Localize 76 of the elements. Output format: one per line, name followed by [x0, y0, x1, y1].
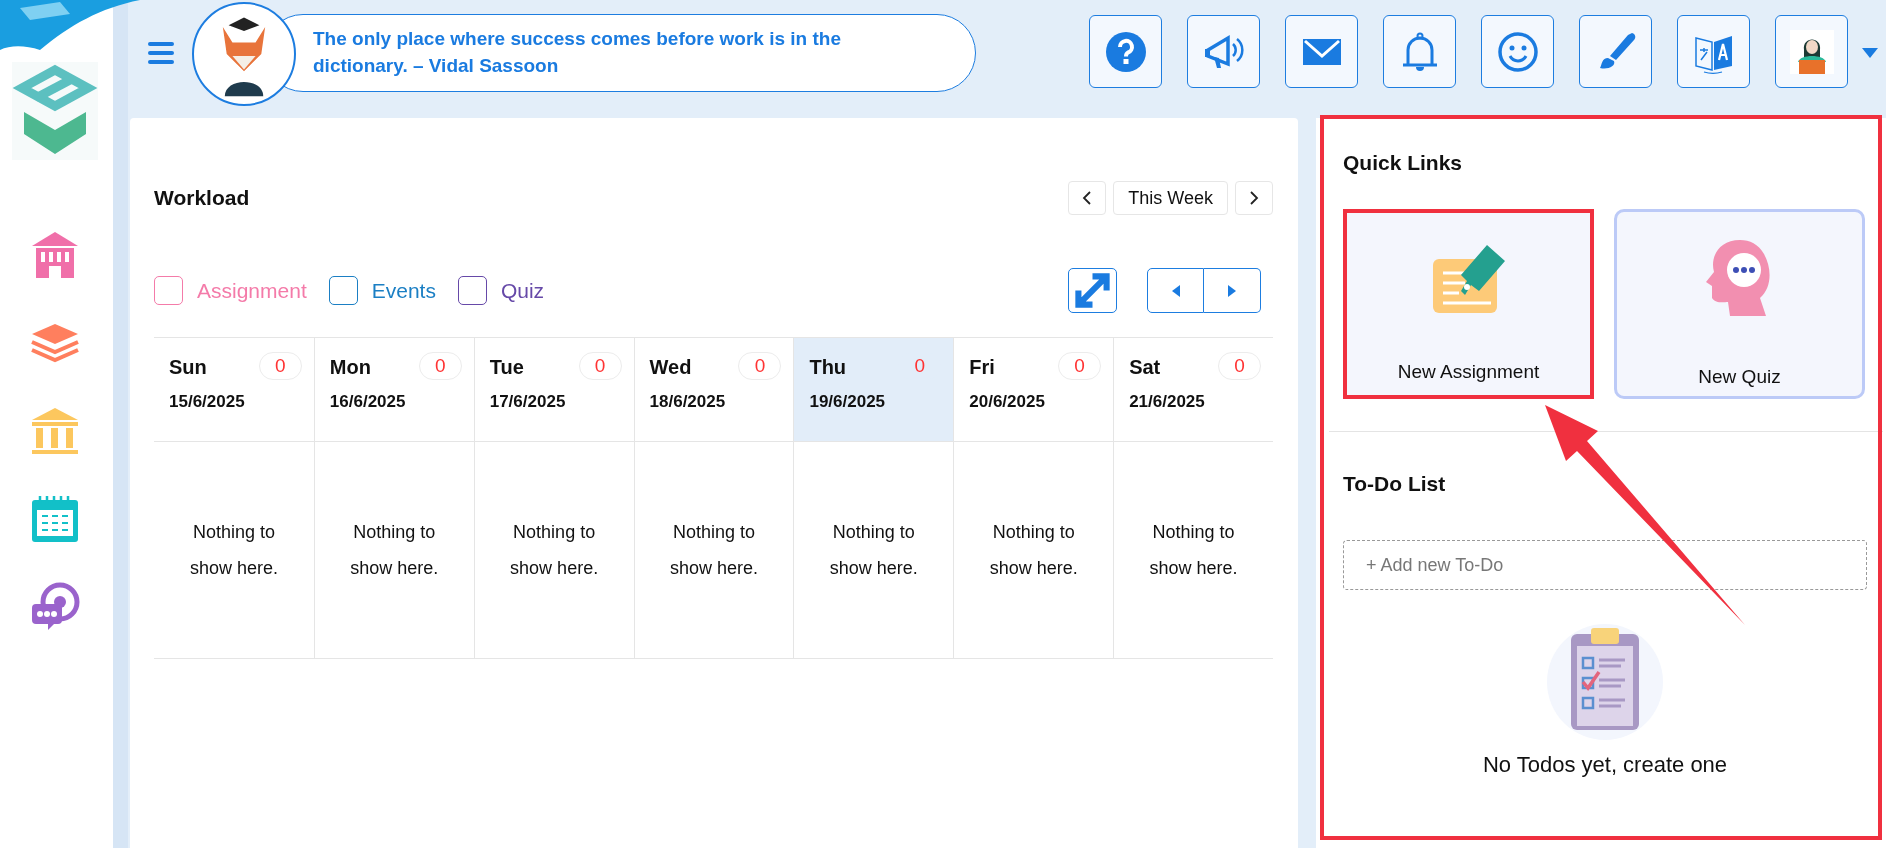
empty-message: No Todos yet, create one: [1482, 752, 1728, 778]
count-badge: 0: [738, 352, 782, 380]
day-date: 18/6/2025: [649, 392, 727, 412]
day-name: Mon: [329, 356, 371, 379]
this-week-button[interactable]: This Week: [1113, 181, 1228, 215]
count-badge: 0: [1218, 352, 1261, 380]
quick-link-card[interactable]: New Quiz: [1614, 209, 1865, 399]
toolbar-button[interactable]: [1677, 15, 1750, 88]
day-date: 15/6/2025: [169, 392, 246, 412]
day-name: Wed: [649, 356, 692, 379]
day-header[interactable]: Mon 16/6/2025 0: [313, 338, 474, 442]
section-title: To-Do List: [1343, 472, 1447, 496]
triangle-right-icon: [1228, 283, 1236, 298]
legend-checkbox[interactable]: [457, 276, 487, 305]
empty-message: Nothing to show here.: [668, 521, 759, 580]
corner-logo-icon: [0, 0, 140, 50]
smiley-icon: [1495, 29, 1540, 74]
next-week-button[interactable]: [1235, 181, 1273, 215]
day-date: 20/6/2025: [969, 392, 1046, 412]
help-icon: [1103, 29, 1148, 74]
count-badge: 0: [578, 352, 622, 380]
toolbar-button[interactable]: [1089, 15, 1162, 88]
chat-icon[interactable]: [30, 582, 80, 632]
section-title: Quick Links: [1343, 151, 1464, 175]
toolbar-button[interactable]: [1285, 15, 1358, 88]
clipboard-icon: [1545, 622, 1665, 742]
school-icon[interactable]: [30, 230, 80, 280]
count-badge: 0: [418, 352, 462, 380]
day-header[interactable]: Tue 17/6/2025 0: [473, 338, 634, 442]
day-header[interactable]: Fri 20/6/2025 0: [953, 338, 1114, 442]
day-header[interactable]: Sun 15/6/2025 0: [154, 338, 314, 442]
caret-icon[interactable]: [1862, 48, 1878, 58]
empty-message: Nothing to show here.: [828, 521, 919, 580]
section-title: Workload: [154, 186, 250, 210]
count-badge: 0: [1058, 352, 1102, 380]
toolbar-button[interactable]: [1481, 15, 1554, 88]
day-name: Thu: [809, 356, 847, 379]
legend-label: Events: [371, 278, 436, 303]
count-badge: 0: [258, 352, 302, 380]
empty-message: Nothing to show here.: [188, 521, 279, 580]
day-date: 17/6/2025: [489, 392, 567, 412]
day-name: Sat: [1129, 356, 1161, 379]
user-avatar-icon: [1789, 29, 1834, 74]
empty-message: Nothing to show here.: [509, 521, 600, 580]
day-date: 16/6/2025: [329, 392, 407, 412]
empty-message: Nothing to show here.: [349, 521, 440, 580]
scroll-left-button[interactable]: [1147, 268, 1204, 313]
day-date: 21/6/2025: [1129, 392, 1206, 412]
quick-link-card[interactable]: New Assignment: [1343, 209, 1594, 399]
day-header[interactable]: Thu 19/6/2025 0: [793, 338, 954, 442]
legend-checkbox[interactable]: [328, 276, 358, 305]
logo-icon: [12, 62, 98, 160]
previous-week-button[interactable]: [1068, 181, 1107, 215]
chevron-left-icon: [1082, 191, 1093, 205]
legend-label: Assignment: [197, 278, 307, 303]
chevron-right-icon: [1249, 191, 1259, 205]
empty-message: Nothing to show here.: [988, 521, 1079, 580]
calendar-icon[interactable]: [30, 494, 80, 544]
triangle-left-icon: [1171, 283, 1180, 298]
day-name: Fri: [969, 356, 995, 379]
empty-message: Nothing to show here.: [1148, 521, 1239, 580]
day-date: 19/6/2025: [809, 392, 887, 412]
toolbar-button[interactable]: [1383, 15, 1456, 88]
day-name: Sun: [169, 356, 207, 379]
day-name: Tue: [489, 356, 524, 379]
toolbar-button[interactable]: [1579, 15, 1652, 88]
menu-icon[interactable]: [148, 40, 174, 66]
legend-label: Quiz: [500, 278, 545, 303]
legend-checkbox[interactable]: [154, 276, 183, 305]
toolbar-button[interactable]: [1187, 15, 1260, 88]
day-header[interactable]: Sat 21/6/2025 0: [1113, 338, 1273, 442]
scroll-right-button[interactable]: [1204, 268, 1261, 313]
toolbar-button[interactable]: [1775, 15, 1848, 88]
add-todo-field[interactable]: + Add new To-Do: [1343, 540, 1867, 590]
day-header[interactable]: Wed 18/6/2025 0: [633, 338, 794, 442]
expand-button[interactable]: [1068, 268, 1117, 313]
